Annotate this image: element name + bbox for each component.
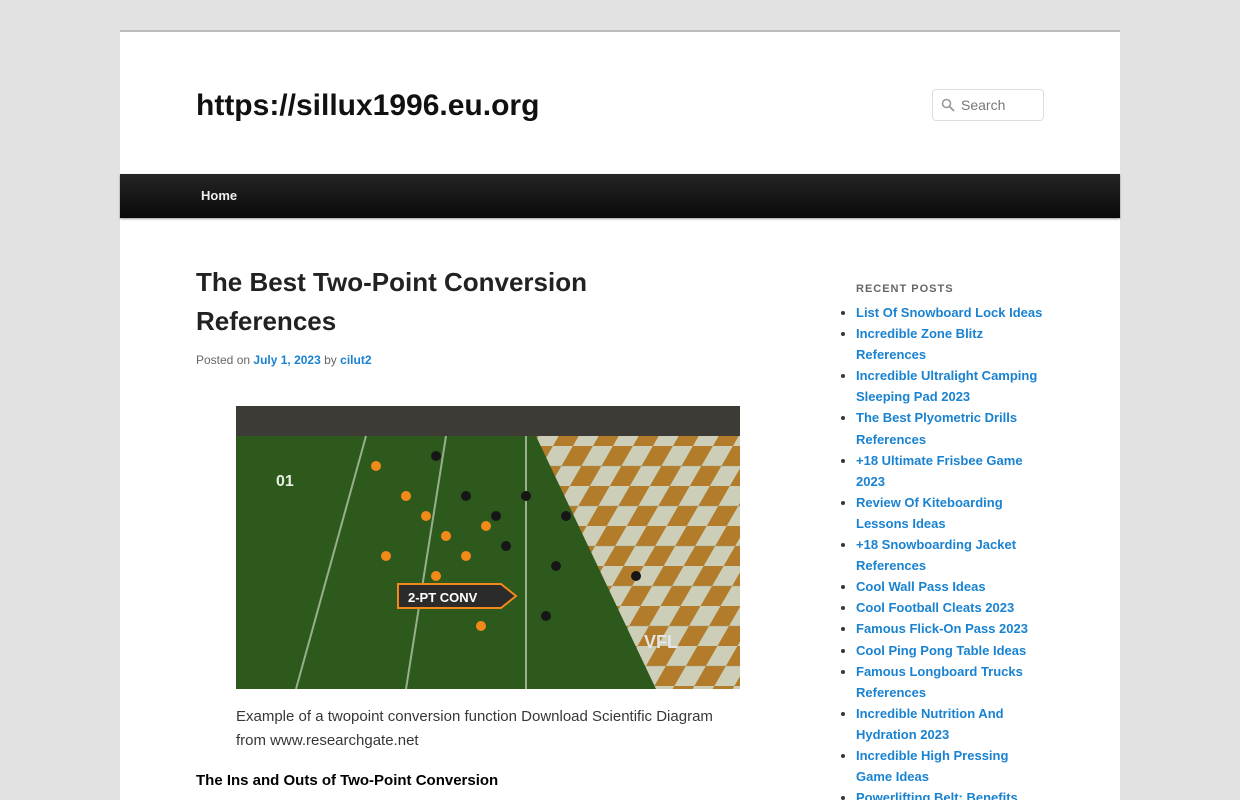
posted-on-label: Posted on (196, 353, 251, 367)
nav-item-home[interactable]: Home (186, 174, 252, 218)
list-item: Powerlifting Belt: Benefits, (856, 787, 1046, 800)
yard-marker: 01 (276, 473, 294, 490)
recent-post-link[interactable]: The Best Plyometric Drills References (856, 410, 1017, 446)
post-author-link[interactable]: cilut2 (340, 353, 371, 367)
image-overlay-badge: 2-PT CONV (397, 583, 518, 609)
list-item: Incredible Ultralight Camping Sleeping P… (856, 365, 1046, 407)
post-meta: Posted on July 1, 2023 by cilut2 (196, 352, 372, 368)
list-item: Cool Ping Pong Table Ideas (856, 640, 1046, 661)
recent-post-link[interactable]: Cool Ping Pong Table Ideas (856, 643, 1026, 658)
recent-post-link[interactable]: Incredible Nutrition And Hydration 2023 (856, 706, 1004, 742)
list-item: Review Of Kiteboarding Lessons Ideas (856, 492, 1046, 534)
image-overlay-text: 2-PT CONV (408, 590, 478, 605)
image-caption: Example of a twopoint conversion functio… (236, 708, 713, 749)
recent-post-link[interactable]: +18 Ultimate Frisbee Game 2023 (856, 453, 1023, 489)
post-date-link[interactable]: July 1, 2023 (253, 353, 320, 367)
recent-posts-title: Recent Posts (856, 283, 954, 295)
page: https://sillux1996.eu.org Home The Best … (120, 30, 1120, 800)
main-navigation: Home (120, 174, 1120, 218)
recent-post-link[interactable]: List Of Snowboard Lock Ideas (856, 305, 1042, 320)
sidebar: Recent Posts List Of Snowboard Lock Idea… (856, 279, 1046, 800)
list-item: The Best Plyometric Drills References (856, 407, 1046, 449)
recent-posts-list: List Of Snowboard Lock Ideas Incredible … (856, 302, 1046, 800)
recent-post-link[interactable]: Cool Football Cleats 2023 (856, 600, 1014, 615)
recent-post-link[interactable]: Famous Flick-On Pass 2023 (856, 621, 1028, 636)
recent-post-link[interactable]: +18 Snowboarding Jacket References (856, 537, 1016, 573)
recent-post-link[interactable]: Incredible Ultralight Camping Sleeping P… (856, 368, 1037, 404)
list-item: Famous Flick-On Pass 2023 (856, 618, 1046, 639)
recent-post-link[interactable]: Incredible Zone Blitz References (856, 326, 983, 362)
list-item: Cool Wall Pass Ideas (856, 576, 1046, 597)
list-item: Incredible High Pressing Game Ideas (856, 745, 1046, 787)
recent-post-link[interactable]: Cool Wall Pass Ideas (856, 579, 986, 594)
by-label: by (324, 353, 337, 367)
post-title: The Best Two-Point Conversion References (196, 267, 587, 336)
list-item: Incredible Nutrition And Hydration 2023 (856, 703, 1046, 745)
recent-post-link[interactable]: Powerlifting Belt: Benefits, (856, 790, 1021, 800)
recent-post-link[interactable]: Review Of Kiteboarding Lessons Ideas (856, 495, 1003, 531)
list-item: +18 Snowboarding Jacket References (856, 534, 1046, 576)
search-icon (941, 98, 955, 112)
list-item: +18 Ultimate Frisbee Game 2023 (856, 450, 1046, 492)
image-logo: VFL (644, 632, 678, 652)
list-item: Famous Longboard Trucks References (856, 661, 1046, 703)
list-item: Cool Football Cleats 2023 (856, 597, 1046, 618)
site-title-link[interactable]: https://sillux1996.eu.org (196, 88, 539, 124)
featured-image: 01 2-PT CONV VFL (236, 406, 740, 689)
recent-post-link[interactable]: Incredible High Pressing Game Ideas (856, 748, 1008, 784)
list-item: List Of Snowboard Lock Ideas (856, 302, 1046, 323)
section-heading: The Ins and Outs of Two-Point Conversion (196, 772, 499, 789)
recent-post-link[interactable]: Famous Longboard Trucks References (856, 664, 1023, 700)
list-item: Incredible Zone Blitz References (856, 323, 1046, 365)
